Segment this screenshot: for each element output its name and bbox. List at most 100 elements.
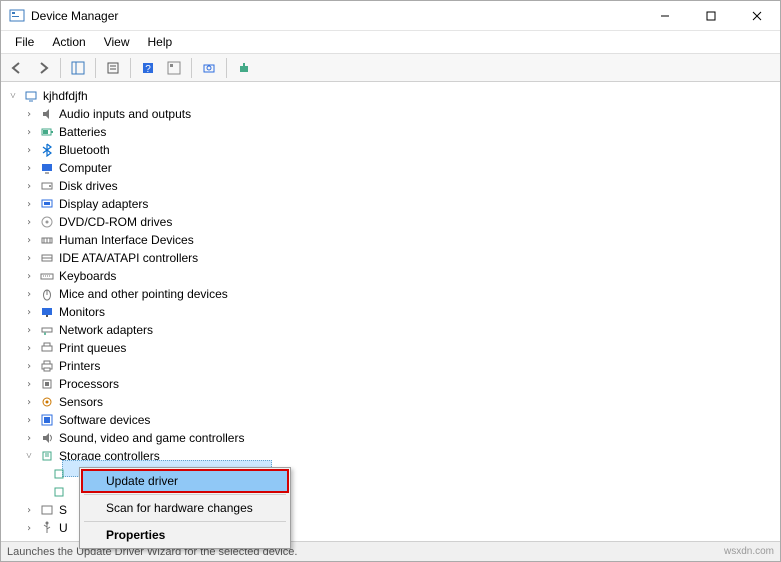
menu-action[interactable]: Action bbox=[44, 33, 93, 51]
show-hide-tree-button[interactable] bbox=[66, 57, 90, 79]
tree-item-print-queues[interactable]: ›Print queues bbox=[3, 339, 778, 357]
expand-icon[interactable]: › bbox=[23, 343, 35, 354]
tree-root[interactable]: ˅ kjhdfdjfh bbox=[3, 87, 778, 105]
sound-icon bbox=[39, 430, 55, 446]
mouse-icon bbox=[39, 286, 55, 302]
context-divider bbox=[84, 521, 286, 522]
expand-icon[interactable]: › bbox=[23, 325, 35, 336]
tree-item-bluetooth[interactable]: ›Bluetooth bbox=[3, 141, 778, 159]
watermark: wsxdn.com bbox=[724, 546, 774, 557]
context-scan-hardware[interactable]: Scan for hardware changes bbox=[82, 497, 288, 519]
expand-icon[interactable]: › bbox=[23, 379, 35, 390]
audio-icon bbox=[39, 106, 55, 122]
app-icon bbox=[9, 8, 25, 24]
context-menu: Update driver Scan for hardware changes … bbox=[79, 467, 291, 549]
toolbar-separator bbox=[191, 58, 192, 78]
tree-item-dvd-cd[interactable]: ›DVD/CD-ROM drives bbox=[3, 213, 778, 231]
context-divider bbox=[84, 494, 286, 495]
tree-item-sensors[interactable]: ›Sensors bbox=[3, 393, 778, 411]
tree-item-printers[interactable]: ›Printers bbox=[3, 357, 778, 375]
printer-icon bbox=[39, 358, 55, 374]
tree-item-ide[interactable]: ›IDE ATA/ATAPI controllers bbox=[3, 249, 778, 267]
tree-item-mice[interactable]: ›Mice and other pointing devices bbox=[3, 285, 778, 303]
keyboard-icon bbox=[39, 268, 55, 284]
storage-child-icon bbox=[51, 466, 67, 482]
toolbar: ? bbox=[1, 54, 780, 82]
usb-icon bbox=[39, 520, 55, 536]
minimize-button[interactable] bbox=[642, 1, 688, 31]
expand-icon[interactable]: › bbox=[23, 433, 35, 444]
expand-icon[interactable]: › bbox=[23, 307, 35, 318]
expand-icon[interactable]: › bbox=[23, 361, 35, 372]
titlebar: Device Manager bbox=[1, 1, 780, 31]
sensor-icon bbox=[39, 394, 55, 410]
properties-button[interactable] bbox=[101, 57, 125, 79]
tree-item-display-adapters[interactable]: ›Display adapters bbox=[3, 195, 778, 213]
network-icon bbox=[39, 322, 55, 338]
software-icon bbox=[39, 412, 55, 428]
computer-root-icon bbox=[23, 88, 39, 104]
expand-icon[interactable]: › bbox=[23, 235, 35, 246]
bluetooth-icon bbox=[39, 142, 55, 158]
tree-item-computer[interactable]: ›Computer bbox=[3, 159, 778, 177]
tree-root-label: kjhdfdjfh bbox=[43, 89, 88, 103]
print-queue-icon bbox=[39, 340, 55, 356]
cpu-icon bbox=[39, 376, 55, 392]
collapse-icon[interactable]: ˅ bbox=[7, 91, 19, 102]
tree-item-monitors[interactable]: ›Monitors bbox=[3, 303, 778, 321]
context-properties[interactable]: Properties bbox=[82, 524, 288, 546]
tree-item-hid[interactable]: ›Human Interface Devices bbox=[3, 231, 778, 249]
expand-icon[interactable]: › bbox=[23, 109, 35, 120]
menu-help[interactable]: Help bbox=[140, 33, 181, 51]
tree-item-batteries[interactable]: ›Batteries bbox=[3, 123, 778, 141]
tree-item-audio[interactable]: ›Audio inputs and outputs bbox=[3, 105, 778, 123]
menu-view[interactable]: View bbox=[96, 33, 138, 51]
battery-icon bbox=[39, 124, 55, 140]
tree-item-processors[interactable]: ›Processors bbox=[3, 375, 778, 393]
expand-icon[interactable]: › bbox=[23, 271, 35, 282]
tree-item-network[interactable]: ›Network adapters bbox=[3, 321, 778, 339]
expand-icon[interactable]: › bbox=[23, 217, 35, 228]
close-button[interactable] bbox=[734, 1, 780, 31]
add-legacy-button[interactable] bbox=[232, 57, 256, 79]
expand-icon[interactable]: › bbox=[23, 505, 35, 516]
window-title: Device Manager bbox=[31, 9, 642, 23]
expand-icon[interactable]: › bbox=[23, 181, 35, 192]
collapse-icon[interactable]: ˅ bbox=[23, 451, 35, 462]
scan-hardware-button[interactable] bbox=[197, 57, 221, 79]
context-update-driver[interactable]: Update driver bbox=[82, 470, 288, 492]
back-button[interactable] bbox=[5, 57, 29, 79]
expand-icon[interactable]: › bbox=[23, 127, 35, 138]
options-button[interactable] bbox=[162, 57, 186, 79]
expand-icon[interactable]: › bbox=[23, 145, 35, 156]
display-adapter-icon bbox=[39, 196, 55, 212]
expand-icon[interactable]: › bbox=[23, 397, 35, 408]
expand-icon[interactable]: › bbox=[23, 415, 35, 426]
disk-icon bbox=[39, 178, 55, 194]
menu-file[interactable]: File bbox=[7, 33, 42, 51]
tree-item-keyboards[interactable]: ›Keyboards bbox=[3, 267, 778, 285]
tree-item-disk-drives[interactable]: ›Disk drives bbox=[3, 177, 778, 195]
maximize-button[interactable] bbox=[688, 1, 734, 31]
ide-icon bbox=[39, 250, 55, 266]
expand-icon[interactable]: › bbox=[23, 289, 35, 300]
tree-item-sound-video-game[interactable]: ›Sound, video and game controllers bbox=[3, 429, 778, 447]
storage-icon bbox=[39, 448, 55, 464]
storage-child-icon bbox=[51, 484, 67, 500]
monitor-icon bbox=[39, 304, 55, 320]
menubar: File Action View Help bbox=[1, 31, 780, 54]
expand-icon[interactable]: › bbox=[23, 163, 35, 174]
expand-icon[interactable]: › bbox=[23, 199, 35, 210]
help-button[interactable]: ? bbox=[136, 57, 160, 79]
expand-icon[interactable]: › bbox=[23, 523, 35, 534]
toolbar-separator bbox=[95, 58, 96, 78]
toolbar-separator bbox=[60, 58, 61, 78]
svg-text:?: ? bbox=[145, 64, 151, 75]
system-icon bbox=[39, 502, 55, 518]
cd-icon bbox=[39, 214, 55, 230]
toolbar-separator bbox=[226, 58, 227, 78]
tree-item-software-devices[interactable]: ›Software devices bbox=[3, 411, 778, 429]
forward-button[interactable] bbox=[31, 57, 55, 79]
expand-icon[interactable]: › bbox=[23, 253, 35, 264]
toolbar-separator bbox=[130, 58, 131, 78]
